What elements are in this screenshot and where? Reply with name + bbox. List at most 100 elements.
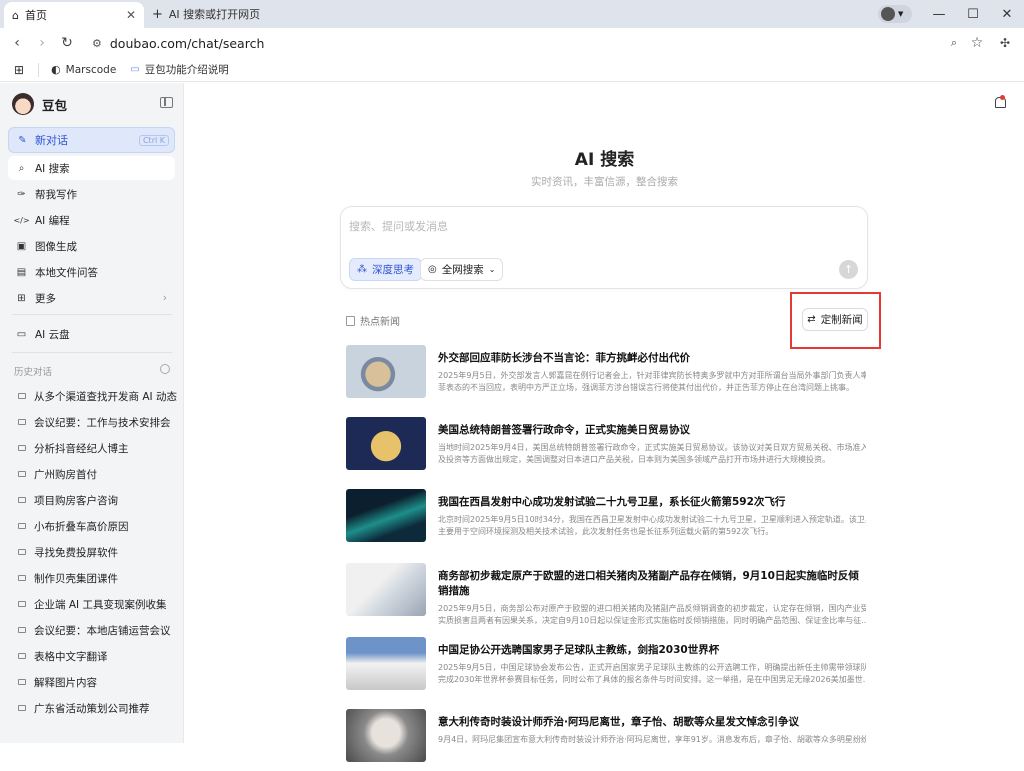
- maximize-button[interactable]: ☐: [956, 0, 990, 28]
- news-title: 我国在西昌发射中心成功发射试验二十九号卫星，系长征火箭第592次飞行: [438, 496, 786, 508]
- news-item[interactable]: 我国在西昌发射中心成功发射试验二十九号卫星，系长征火箭第592次飞行 北京时间2…: [346, 489, 866, 551]
- chat-input-box[interactable]: 搜索、提问或发消息 ⁂ 深度思考 ◎ 全网搜索 ⌄ ↑: [340, 206, 868, 289]
- news-thumbnail: [346, 637, 426, 690]
- sidebar-item-local-file[interactable]: ▤ 本地文件问答: [8, 260, 175, 284]
- bookmark-label: 豆包功能介绍说明: [144, 64, 229, 76]
- history-item[interactable]: 制作贝壳集团课件: [18, 570, 118, 586]
- apps-grid-icon[interactable]: ⊞: [14, 63, 24, 77]
- bookmarks-bar: ⊞ ◐ Marscode ▭ 豆包功能介绍说明: [0, 58, 1024, 82]
- news-title: 外交部回应菲防长涉台不当言论：菲方挑衅必付出代价: [438, 352, 690, 364]
- news-desc: 及投资等方面做出规定，美国调整对日本进口产品关税，日本则为美国多领域产品打开市场…: [438, 455, 830, 464]
- send-button[interactable]: ↑: [839, 260, 858, 279]
- forward-button[interactable]: ›: [33, 34, 51, 52]
- history-item[interactable]: 解释图片内容: [18, 674, 97, 690]
- sidebar-divider: [12, 352, 172, 353]
- sidebar-item-image[interactable]: ▣ 图像生成: [8, 234, 175, 258]
- pen-icon: ✑: [17, 188, 26, 200]
- sidebar-item-coding[interactable]: </> AI 编程: [8, 208, 175, 232]
- newspaper-icon: [346, 315, 355, 326]
- extensions-icon[interactable]: ✣: [996, 34, 1014, 52]
- minimize-button[interactable]: —: [922, 0, 956, 28]
- sidebar-item-ai-search[interactable]: ⌕ AI 搜索: [8, 156, 175, 180]
- brand[interactable]: 豆包: [12, 93, 67, 115]
- reload-button[interactable]: ↻: [58, 34, 76, 52]
- history-item[interactable]: 表格中文字翻译: [18, 648, 108, 664]
- history-item[interactable]: 寻找免费投屏软件: [18, 544, 118, 560]
- sidebar-item-cloud[interactable]: ▭ AI 云盘: [8, 322, 175, 346]
- history-item[interactable]: 项目购房客户咨询: [18, 492, 118, 508]
- history-item-label: 制作贝壳集团课件: [34, 572, 118, 585]
- deep-think-button[interactable]: ⁂ 深度思考: [349, 258, 422, 281]
- news-item[interactable]: 外交部回应菲防长涉台不当言论：菲方挑衅必付出代价 2025年9月5日，外交部发言…: [346, 345, 866, 407]
- back-button[interactable]: ‹: [8, 34, 26, 52]
- new-chat-label: 新对话: [35, 134, 68, 147]
- sidebar-item-more[interactable]: ⊞ 更多 ›: [8, 286, 175, 310]
- chat-bubble-icon: [18, 445, 26, 451]
- web-search-label: 全网搜索: [441, 264, 484, 276]
- chat-bubble-icon: [18, 523, 26, 529]
- history-item[interactable]: 小布折叠车高价原因: [18, 518, 129, 534]
- avatar: [881, 7, 895, 21]
- history-item-label: 从多个渠道查找开发商 AI 动态: [34, 390, 177, 403]
- tab-new-label: AI 搜索或打开网页: [168, 8, 261, 21]
- tab-home-label: 首页: [24, 9, 47, 22]
- file-icon: ▤: [16, 266, 27, 278]
- history-item-label: 会议纪要：工作与技术安排会: [34, 416, 171, 429]
- news-desc: 2025年9月5日，商务部公布对原产于欧盟的进口相关猪肉及猪副产品反倾销调查的初…: [438, 604, 866, 613]
- news-thumbnail: [346, 417, 426, 470]
- news-item[interactable]: 美国总统特朗普签署行政命令，正式实施美日贸易协议 当地时间2025年9月4日，美…: [346, 417, 866, 479]
- tab-home[interactable]: ⌂ 首页 ✕: [4, 2, 144, 28]
- search-input[interactable]: 搜索、提问或发消息: [349, 218, 448, 234]
- home-icon: ⌂: [12, 8, 19, 22]
- browser-title-bar: ⌂ 首页 ✕ + AI 搜索或打开网页 ▼ — ☐ ✕: [0, 0, 1024, 28]
- new-chat-button[interactable]: ✎ 新对话 Ctrl K: [8, 127, 175, 153]
- tab-close-icon[interactable]: ✕: [126, 8, 136, 22]
- tab-new[interactable]: + AI 搜索或打开网页: [152, 2, 260, 26]
- bookmark-star-icon[interactable]: ☆: [968, 34, 986, 52]
- history-item[interactable]: 会议纪要：本地店铺运营会议: [18, 622, 171, 638]
- address-bar[interactable]: ⚙ doubao.com/chat/search: [84, 31, 964, 55]
- sidebar-collapse-icon[interactable]: [160, 97, 173, 108]
- chat-bubble-icon: [18, 653, 26, 659]
- history-item-label: 小布折叠车高价原因: [34, 520, 129, 533]
- news-thumbnail: [346, 563, 426, 616]
- site-info-icon[interactable]: ⚙: [92, 37, 102, 50]
- history-item[interactable]: 广东省活动策划公司推荐: [18, 700, 150, 716]
- news-item[interactable]: 意大利传奇时装设计师乔治·阿玛尼离世，章子怡、胡歌等众星发文悼念引争议 9月4日…: [346, 709, 866, 771]
- deep-think-icon: ⁂: [357, 264, 367, 275]
- clock-icon[interactable]: [160, 364, 170, 374]
- history-item-label: 分析抖音经纪人博主: [34, 442, 129, 455]
- news-title: 商务部初步裁定原产于欧盟的进口相关猪肉及猪副产品存在倾销，9月10日起实施临时反…: [438, 570, 859, 597]
- bookmark-doubao-intro[interactable]: ▭ 豆包功能介绍说明: [130, 62, 228, 77]
- news-thumbnail: [346, 709, 426, 762]
- hot-news-label: 热点新闻: [360, 317, 400, 328]
- sidebar-item-label: 本地文件问答: [35, 266, 98, 279]
- news-desc: 菲表态的不当回应，表明中方严正立场，强调菲方涉台错误言行将使其付出代价，并正告菲…: [438, 383, 854, 392]
- zoom-icon[interactable]: ⌕: [945, 34, 963, 52]
- history-item[interactable]: 从多个渠道查找开发商 AI 动态: [18, 388, 177, 404]
- shortcut-badge: Ctrl K: [138, 134, 169, 146]
- history-item[interactable]: 会议纪要：工作与技术安排会: [18, 414, 171, 430]
- profile-switcher[interactable]: ▼: [878, 5, 912, 23]
- history-header: 历史对话: [14, 364, 170, 378]
- plus-icon: +: [152, 6, 163, 22]
- history-item[interactable]: 企业端 AI 工具变现案例收集: [18, 596, 166, 612]
- cloud-drive-icon: ▭: [16, 328, 27, 340]
- chat-bubble-icon: [18, 679, 26, 685]
- news-item[interactable]: 中国足协公开选聘国家男子足球队主教练，剑指2030世界杯 2025年9月5日，中…: [346, 637, 866, 699]
- news-item[interactable]: 商务部初步裁定原产于欧盟的进口相关猪肉及猪副产品存在倾销，9月10日起实施临时反…: [346, 563, 866, 625]
- sidebar-item-label: AI 云盘: [35, 328, 70, 341]
- chat-bubble-icon: [18, 601, 26, 607]
- news-desc: 实质损害且两者有因果关系，决定自9月10日起以保证金形式实施临时反倾销措施，同时…: [438, 616, 866, 625]
- sidebar-item-label: 帮我写作: [35, 188, 77, 201]
- news-desc: 2025年9月5日，中国足球协会发布公告，正式开启国家男子足球队主教练的公开选聘…: [438, 663, 866, 672]
- bookmark-marscode[interactable]: ◐ Marscode: [51, 63, 116, 76]
- web-search-dropdown[interactable]: ◎ 全网搜索 ⌄: [420, 258, 504, 281]
- history-item[interactable]: 广州购房首付: [18, 466, 97, 482]
- window-close-button[interactable]: ✕: [990, 0, 1024, 28]
- image-icon: ▣: [16, 240, 27, 252]
- history-item[interactable]: 分析抖音经纪人博主: [18, 440, 129, 456]
- sidebar-item-writing[interactable]: ✑ 帮我写作: [8, 182, 175, 206]
- sidebar-item-label: AI 编程: [35, 214, 70, 227]
- news-title: 美国总统特朗普签署行政命令，正式实施美日贸易协议: [438, 424, 690, 436]
